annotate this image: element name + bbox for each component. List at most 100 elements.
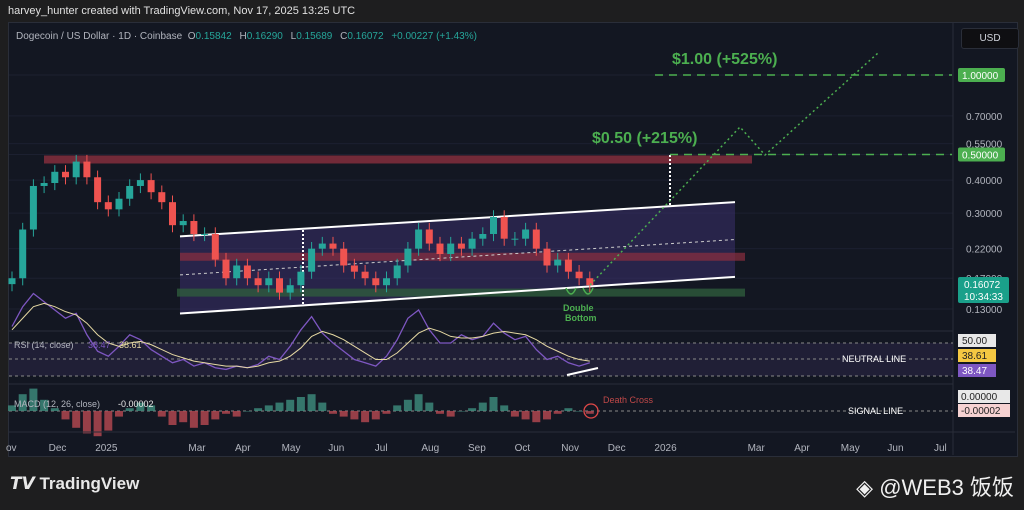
macd-bar — [329, 411, 337, 414]
candle — [104, 202, 112, 210]
tradingview-logo[interactable]: 𝙏𝙑 TradingView — [10, 474, 139, 494]
candle — [361, 271, 369, 279]
candle — [308, 248, 316, 272]
target-label-2: $0.50 (+215%) — [592, 130, 697, 147]
candle — [447, 243, 455, 255]
candle — [511, 238, 519, 240]
price-tick: 0.13000 — [966, 305, 1003, 316]
candle — [468, 238, 476, 249]
macd-bar — [457, 411, 466, 412]
macd-bar — [436, 411, 444, 414]
high-label: H — [239, 31, 247, 42]
candle — [329, 243, 337, 249]
macd-tag-label: -0.00002 — [961, 406, 1001, 417]
candle — [115, 198, 123, 210]
macd-bar — [393, 405, 402, 411]
macd-bar — [243, 411, 252, 412]
macd-bar — [318, 402, 327, 411]
candle — [147, 180, 155, 193]
candle — [522, 229, 530, 239]
candle — [201, 234, 209, 236]
change-value: +0.00227 (+1.43%) — [391, 31, 477, 42]
macd-bar — [232, 411, 241, 417]
time-tick: May — [841, 443, 860, 454]
time-tick: Jul — [375, 443, 388, 454]
candle — [72, 161, 80, 178]
currency-button[interactable]: USD — [961, 28, 1019, 49]
candle — [404, 248, 412, 266]
time-tick: Dec — [608, 443, 626, 454]
macd-bar — [403, 399, 412, 411]
macd-bar — [286, 399, 295, 411]
target-label-1: $1.00 (+525%) — [672, 51, 777, 68]
time-tick: ov — [6, 443, 17, 454]
macd-bar — [115, 411, 123, 417]
macd-bar — [521, 411, 530, 420]
time-tick: Nov — [561, 443, 579, 454]
macd-tag-label: 0.00000 — [961, 392, 998, 403]
candle — [169, 202, 176, 226]
price-tick: 0.22000 — [966, 245, 1003, 256]
rsi-tag-label: 38.61 — [962, 351, 987, 362]
time-tick: Apr — [794, 443, 810, 454]
candle — [554, 259, 562, 266]
macd-bar — [478, 402, 487, 411]
low-value: 0.15689 — [296, 31, 333, 42]
macd-bar — [200, 411, 209, 425]
rsi-tag-label: 38.47 — [962, 366, 987, 377]
price-tick: 0.30000 — [966, 209, 1003, 220]
candle — [500, 216, 508, 239]
time-tick: Jun — [887, 443, 903, 454]
pattern-label: Double — [563, 303, 594, 313]
candle — [575, 271, 583, 279]
candle — [265, 278, 273, 286]
macd-bar — [254, 408, 263, 411]
open-value: 0.15842 — [195, 31, 232, 42]
candle — [243, 265, 251, 279]
price-tick: 0.70000 — [966, 112, 1003, 123]
macd-bar — [307, 394, 316, 411]
time-tick: Jul — [934, 443, 947, 454]
macd-bar — [61, 411, 70, 420]
pattern-label: Bottom — [565, 313, 597, 323]
rsi-label: RSI (14, close) — [14, 340, 74, 350]
macd-bar — [446, 411, 455, 417]
death-cross-label: Death Cross — [603, 395, 654, 405]
brand-name: TradingView — [39, 474, 140, 493]
macd-bar — [543, 411, 551, 420]
candle — [457, 243, 465, 249]
macd-bar — [575, 411, 584, 412]
macd-bar — [189, 411, 198, 428]
candle — [233, 265, 241, 279]
time-tick: Apr — [235, 443, 251, 454]
macd-bar — [585, 411, 594, 414]
candle — [222, 259, 230, 279]
symbol-title: Dogecoin / US Dollar · 1D · Coinbase — [16, 31, 183, 42]
macd-bar — [468, 408, 477, 411]
macd-bar — [296, 397, 305, 411]
time-tick: Dec — [49, 443, 67, 454]
macd-label: MACD (12, 26, close) — [14, 399, 100, 409]
candle — [490, 216, 497, 235]
time-tick: 2025 — [95, 443, 118, 454]
time-tick: 2026 — [654, 443, 677, 454]
close-value: 0.16072 — [347, 31, 384, 42]
macd-bar — [500, 405, 509, 411]
candle — [19, 229, 27, 279]
candle — [532, 229, 540, 249]
candle — [436, 243, 444, 255]
macd-bar — [510, 411, 519, 417]
candle — [479, 234, 487, 239]
candle — [94, 177, 102, 203]
last-price: 0.16072 — [964, 280, 1001, 291]
macd-bar — [553, 411, 562, 414]
macd-bar — [211, 411, 220, 420]
time-tick: Jun — [328, 443, 344, 454]
macd-bar — [157, 411, 166, 417]
high-value: 0.16290 — [246, 31, 283, 42]
candle — [543, 248, 551, 266]
rsi-ma-value: 38.61 — [119, 340, 142, 350]
price-tag-label: 1.00000 — [962, 71, 999, 82]
candle — [62, 171, 69, 178]
macd-bar — [532, 411, 541, 423]
